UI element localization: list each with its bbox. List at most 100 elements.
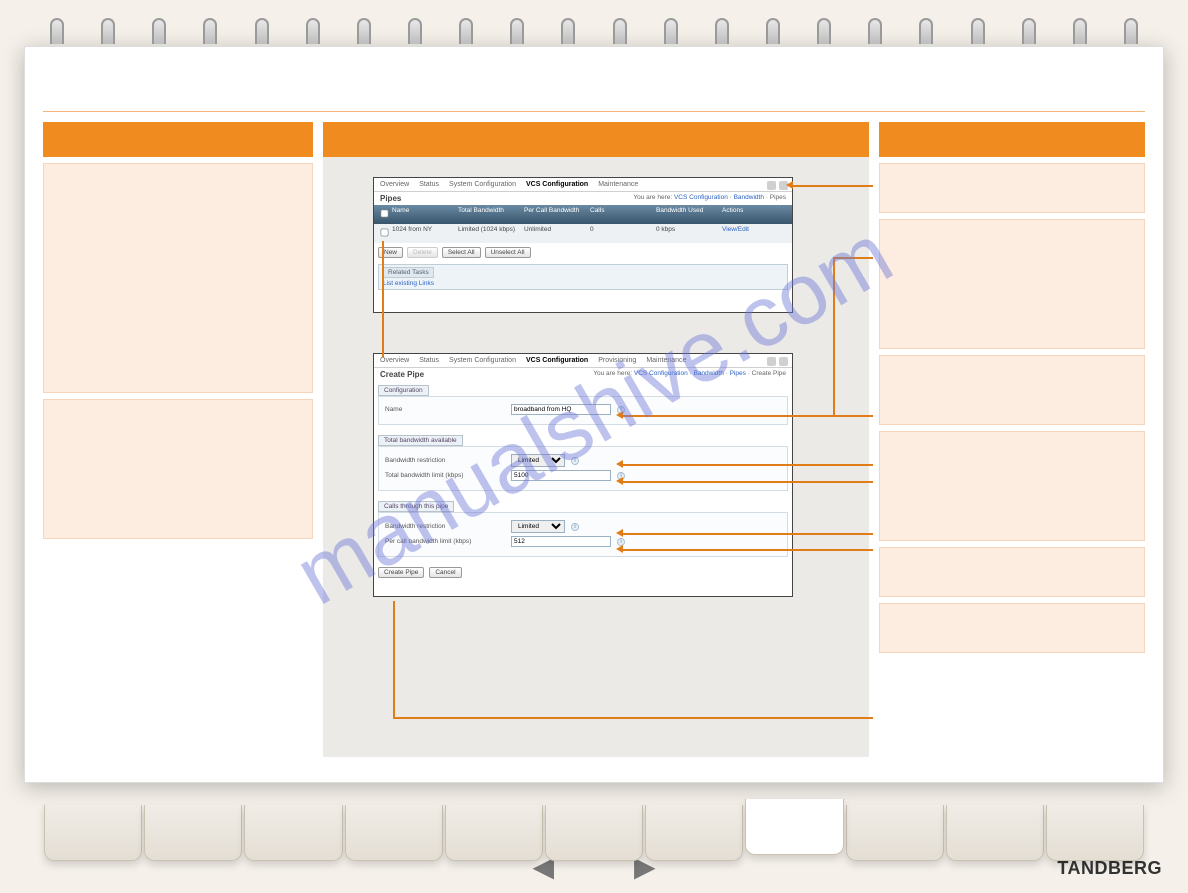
bw-restriction-select[interactable]: Limited — [511, 454, 565, 467]
tab-maintenance[interactable]: Maintenance — [598, 181, 638, 188]
binding-ring — [101, 18, 115, 44]
section-tab[interactable] — [645, 805, 743, 861]
section-tab[interactable] — [244, 805, 342, 861]
info-icon[interactable]: i — [571, 523, 579, 531]
connector-line — [393, 601, 395, 719]
app-tabs-1: Overview Status System Configuration VCS… — [374, 178, 792, 192]
create-pipe-button[interactable]: Create Pipe — [378, 567, 424, 578]
binding-ring — [664, 18, 678, 44]
section-tab[interactable] — [44, 805, 142, 861]
section-tab[interactable] — [846, 805, 944, 861]
pipes-title-row: Pipes You are here: VCS Configuration · … — [374, 192, 792, 205]
arrow-left-icon — [786, 181, 793, 189]
bw-restriction-label: Bandwidth restriction — [385, 457, 505, 464]
binding-ring — [613, 18, 627, 44]
tab2-provisioning[interactable]: Provisioning — [598, 357, 636, 364]
section-tab[interactable] — [445, 805, 543, 861]
tab2-overview[interactable]: Overview — [380, 357, 409, 364]
help-icon[interactable] — [767, 181, 776, 190]
section-tab[interactable] — [345, 805, 443, 861]
help-icon-2[interactable] — [767, 357, 776, 366]
binding-ring — [561, 18, 575, 44]
cell-bw-used: 0 kbps — [656, 226, 722, 241]
cell-percall-bw: Unlimited — [524, 226, 590, 241]
binding-ring — [868, 18, 882, 44]
configuration-group: Name i — [378, 396, 788, 425]
tab-vcsconfig[interactable]: VCS Configuration — [526, 181, 588, 188]
binding-ring — [203, 18, 217, 44]
calls-restriction-label: Bandwidth restriction — [385, 523, 505, 530]
binding-ring — [1022, 18, 1036, 44]
connector-line — [393, 717, 873, 719]
select-all-checkbox[interactable] — [381, 210, 389, 218]
total-bw-tab: Total bandwidth available — [378, 435, 463, 446]
calls-restriction-select[interactable]: Limited — [511, 520, 565, 533]
breadcrumb-2: You are here: VCS Configuration · Bandwi… — [593, 370, 786, 379]
name-label: Name — [385, 406, 505, 413]
col-actions: Actions — [722, 207, 788, 222]
binding-ring — [510, 18, 524, 44]
related-tasks-label: Related Tasks — [383, 267, 434, 278]
delete-button[interactable]: Delete — [407, 247, 438, 258]
section-tab[interactable] — [144, 805, 242, 861]
tab-overview[interactable]: Overview — [380, 181, 409, 188]
name-input[interactable] — [511, 404, 611, 415]
section-tab[interactable] — [545, 805, 643, 861]
info-icon[interactable]: i — [571, 457, 579, 465]
tab2-vcsconfig[interactable]: VCS Configuration — [526, 357, 588, 364]
total-bw-limit-input[interactable] — [511, 470, 611, 481]
app-tabs-2: Overview Status System Configuration VCS… — [374, 354, 792, 368]
cancel-button[interactable]: Cancel — [429, 567, 461, 578]
bottom-tab-strip — [44, 805, 1144, 861]
screenshot-area: Overview Status System Configuration VCS… — [323, 157, 869, 757]
create-pipe-window: Overview Status System Configuration VCS… — [373, 353, 793, 597]
arrow-left-icon — [616, 545, 623, 553]
col-bw-used: Bandwidth Used — [656, 207, 722, 222]
right-info-box — [879, 603, 1145, 653]
select-all-button[interactable]: Select All — [442, 247, 481, 258]
binding-ring — [306, 18, 320, 44]
connector-line — [623, 533, 873, 535]
col-name: Name — [392, 207, 458, 222]
right-info-box — [879, 219, 1145, 349]
binding-ring — [971, 18, 985, 44]
arrow-left-icon — [616, 411, 623, 419]
logout-icon-2[interactable] — [779, 357, 788, 366]
pipes-table-header: Name Total Bandwidth Per Call Bandwidth … — [374, 205, 792, 224]
cell-total-bw: Limited (1024 kbps) — [458, 226, 524, 241]
arrow-left-icon — [616, 460, 623, 468]
tab2-maintenance[interactable]: Maintenance — [646, 357, 686, 364]
binding-ring — [919, 18, 933, 44]
tab-status[interactable]: Status — [419, 181, 439, 188]
unselect-all-button[interactable]: Unselect All — [485, 247, 531, 258]
section-tab[interactable] — [946, 805, 1044, 861]
tab-sysconfig[interactable]: System Configuration — [449, 181, 516, 188]
mid-header-bar — [323, 122, 869, 157]
tab2-sysconfig[interactable]: System Configuration — [449, 357, 516, 364]
view-edit-link[interactable]: View/Edit — [722, 226, 788, 241]
binding-ring — [715, 18, 729, 44]
binding-ring — [1124, 18, 1138, 44]
connector-line — [382, 241, 384, 357]
list-existing-links[interactable]: List existing Links — [383, 280, 434, 287]
pipes-title: Pipes — [380, 194, 401, 203]
section-tab[interactable] — [1046, 805, 1144, 861]
cell-name: 1024 from NY — [392, 226, 458, 241]
binding-ring — [459, 18, 473, 44]
tab2-status[interactable]: Status — [419, 357, 439, 364]
per-call-limit-input[interactable] — [511, 536, 611, 547]
connector-line — [793, 185, 873, 187]
section-tab[interactable] — [745, 799, 843, 855]
col-calls: Calls — [590, 207, 656, 222]
binding-ring — [50, 18, 64, 44]
arrow-left-icon — [616, 477, 623, 485]
create-pipe-title-row: Create Pipe You are here: VCS Configurat… — [374, 368, 792, 381]
binding-ring — [817, 18, 831, 44]
header-hairline — [43, 111, 1145, 112]
right-info-box — [879, 431, 1145, 541]
col-percall-bw: Per Call Bandwidth — [524, 207, 590, 222]
pipes-window: Overview Status System Configuration VCS… — [373, 177, 793, 313]
row-checkbox[interactable] — [381, 229, 389, 237]
connector-line — [623, 549, 873, 551]
left-header-bar — [43, 122, 313, 157]
